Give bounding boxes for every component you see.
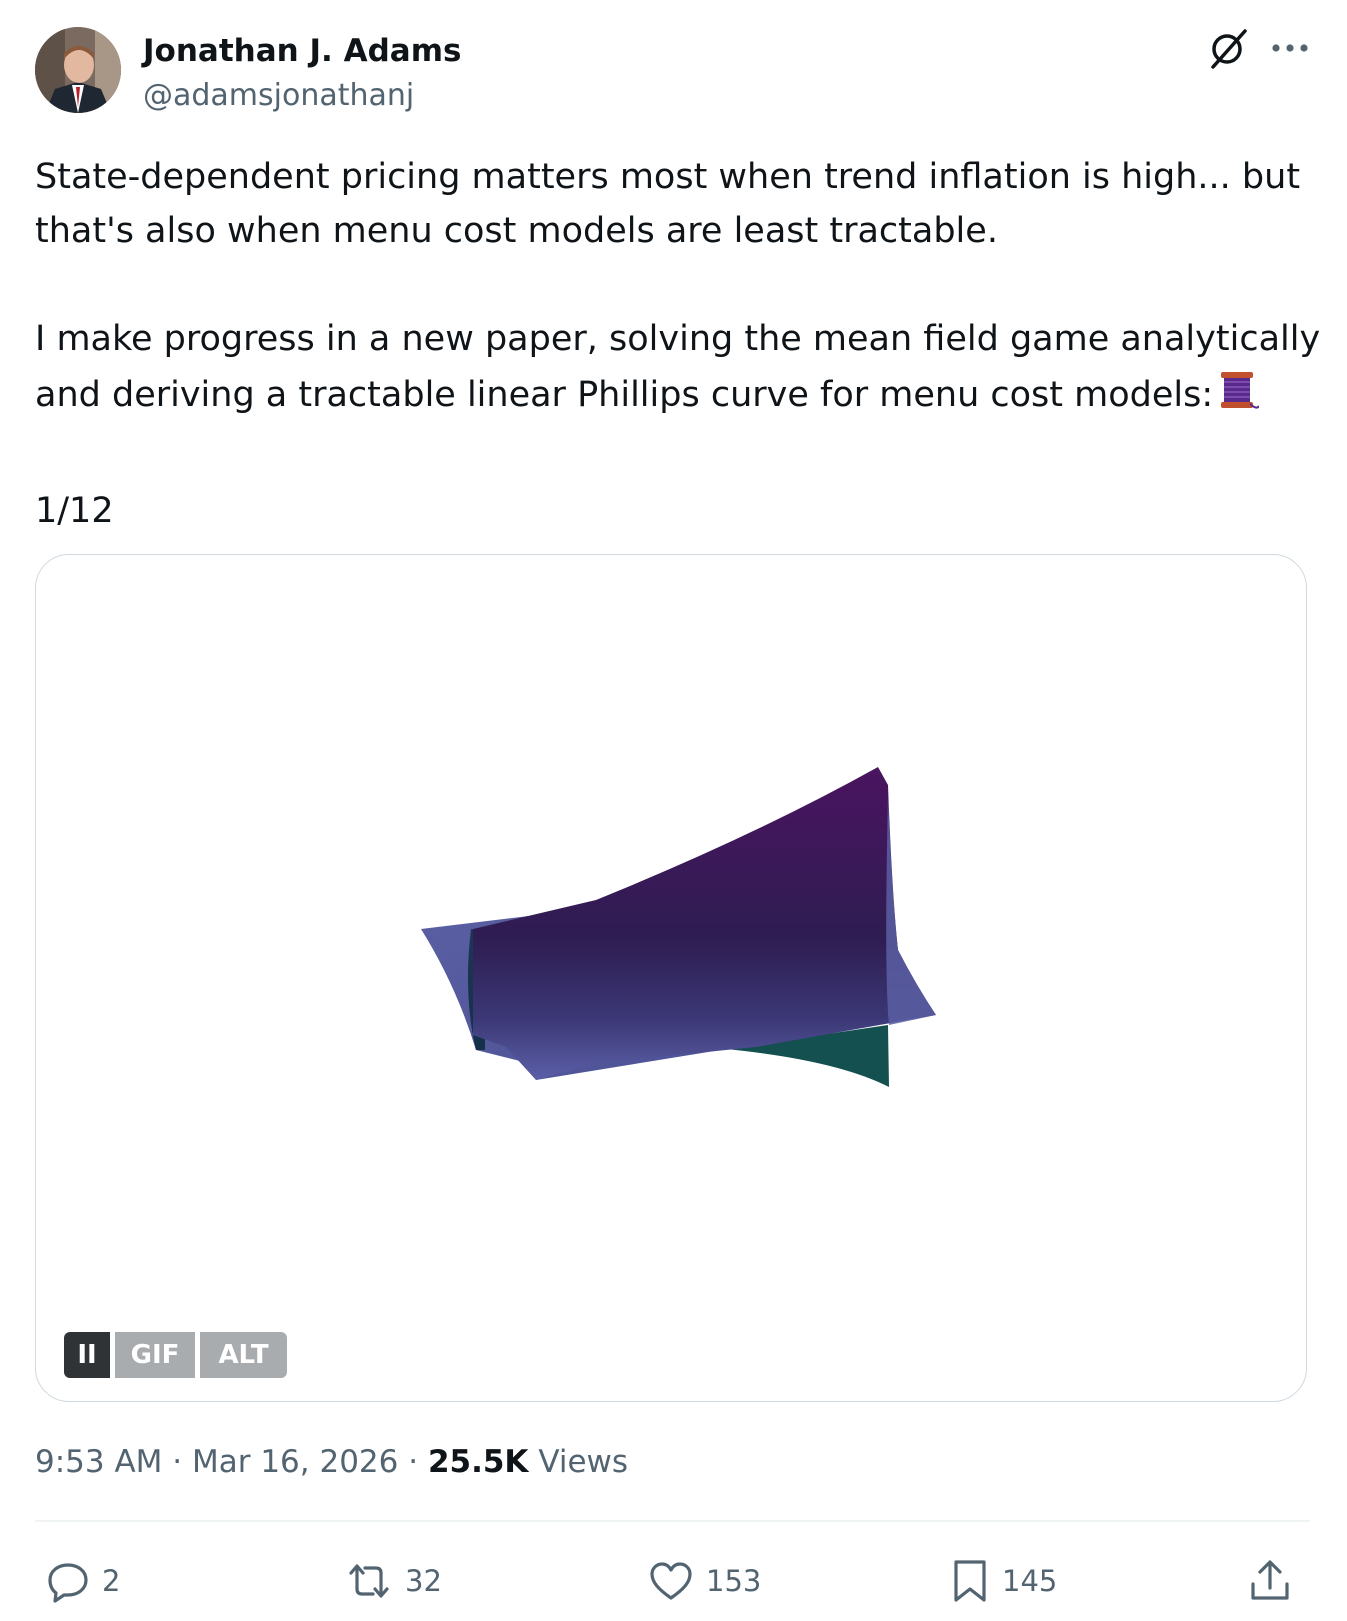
bookmark-icon xyxy=(954,1560,986,1602)
grok-icon[interactable] xyxy=(1207,27,1251,71)
avatar[interactable] xyxy=(35,27,121,113)
repost-icon xyxy=(349,1564,389,1598)
pause-button[interactable]: II xyxy=(64,1332,110,1378)
like-button[interactable]: 153 xyxy=(648,1556,761,1606)
tweet-line: I make progress in a new paper, solving … xyxy=(35,319,1321,359)
gif-badge: GIF xyxy=(115,1332,195,1378)
author-handle[interactable]: @adamsjonathanj xyxy=(143,76,414,116)
like-count: 153 xyxy=(706,1564,762,1598)
right-flap xyxy=(886,795,936,1025)
thread-counter: 1/12 xyxy=(35,491,114,531)
bookmark-button[interactable]: 145 xyxy=(950,1556,1057,1606)
media-controls: II GIF ALT xyxy=(64,1332,287,1378)
views-label: Views xyxy=(538,1444,629,1480)
bookmark-count: 145 xyxy=(1002,1564,1058,1598)
more-icon[interactable] xyxy=(1268,30,1312,66)
meta-separator: · xyxy=(398,1444,428,1480)
views-count: 25.5K xyxy=(427,1444,529,1480)
divider xyxy=(35,1520,1310,1522)
share-button[interactable] xyxy=(1248,1556,1292,1606)
tweet-line: and deriving a tractable linear Phillips… xyxy=(35,375,1214,415)
tweet-text: State-dependent pricing matters most whe… xyxy=(35,150,1321,538)
tweet-meta: 9:53 AM · Mar 16, 2026 · 25.5K Views xyxy=(35,1442,628,1482)
tweet-time[interactable]: 9:53 AM xyxy=(35,1444,162,1480)
thread-spool-icon xyxy=(1215,366,1261,430)
reply-button[interactable]: 2 xyxy=(46,1556,120,1606)
repost-button[interactable]: 32 xyxy=(345,1556,442,1606)
reply-count: 2 xyxy=(102,1564,121,1598)
heart-icon xyxy=(650,1562,692,1600)
tweet-line: State-dependent pricing matters most whe… xyxy=(35,157,1301,197)
tweet-line-with-emoji: and deriving a tractable linear Phillips… xyxy=(35,366,1315,430)
repost-count: 32 xyxy=(405,1564,442,1598)
media-card[interactable]: II GIF ALT xyxy=(35,554,1307,1402)
alt-text-button[interactable]: ALT xyxy=(200,1332,287,1378)
tweet-line: that's also when menu cost models are le… xyxy=(35,211,998,251)
share-icon xyxy=(1251,1560,1289,1600)
meta-separator: · xyxy=(162,1444,192,1480)
surface-plot-animation xyxy=(421,767,936,1087)
author-name[interactable]: Jonathan J. Adams xyxy=(143,31,461,71)
tweet-date[interactable]: Mar 16, 2026 xyxy=(192,1444,398,1480)
reply-icon xyxy=(48,1563,88,1603)
